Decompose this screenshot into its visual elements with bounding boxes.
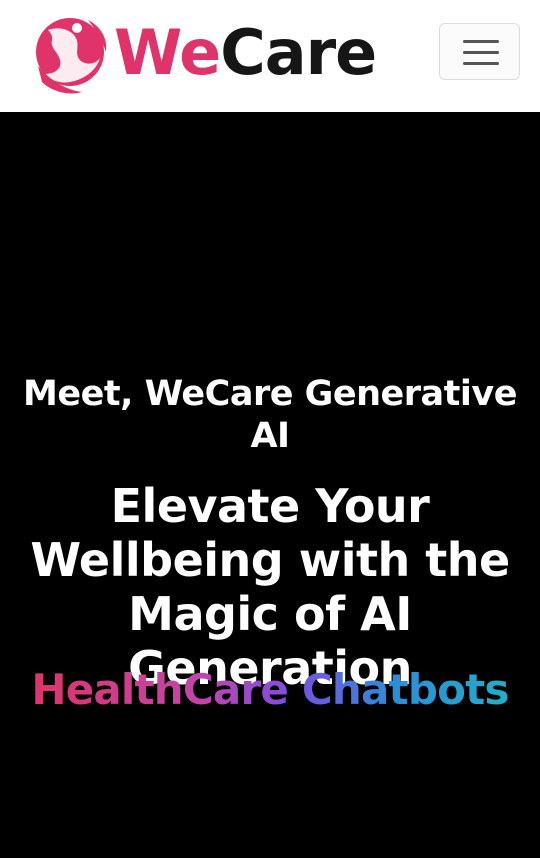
hero-section: Meet, WeCare Generative AI Elevate Your … xyxy=(0,112,540,858)
brand-wordmark-care: Care xyxy=(220,16,377,89)
menu-toggle-button[interactable] xyxy=(439,23,520,80)
hamburger-menu-icon xyxy=(463,40,499,66)
wecare-dancer-logo-icon xyxy=(36,18,107,94)
hero-highlight-gradient: HealthCare Chatbots xyxy=(31,665,509,714)
brand-wordmark-we: We xyxy=(114,16,221,89)
hero-highlight-text: HealthCare Chatbots xyxy=(0,662,540,718)
brand-wordmark: WeCare xyxy=(114,22,377,84)
brand-logo-link[interactable]: WeCare xyxy=(30,8,377,100)
navbar: WeCare xyxy=(0,0,540,112)
hero-intro-heading: Meet, WeCare Generative AI xyxy=(23,374,517,457)
